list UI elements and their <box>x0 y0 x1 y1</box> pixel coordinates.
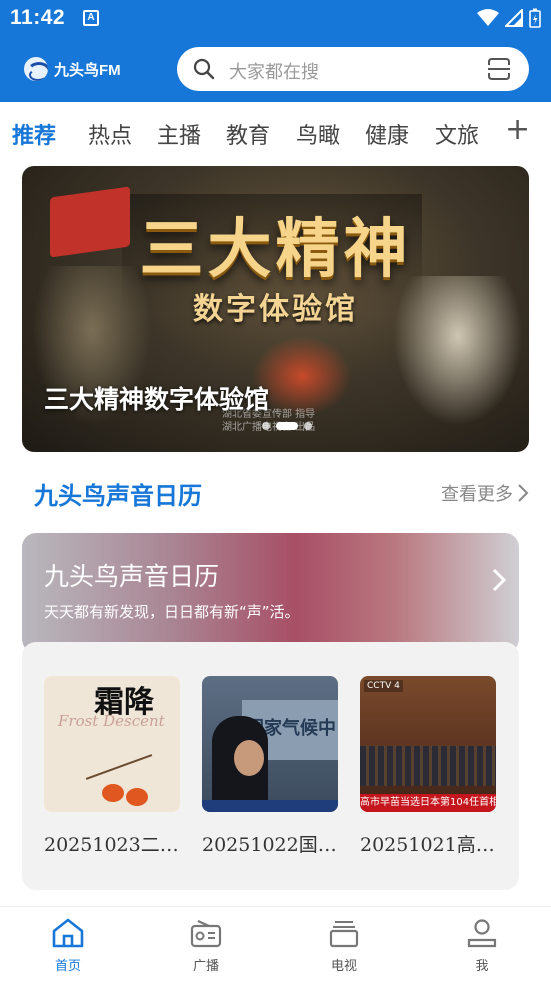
nav-radio-label: 广播 <box>192 959 219 974</box>
nav-radio[interactable]: 广播 <box>166 917 246 974</box>
see-more-label: 查看更多 <box>441 484 513 505</box>
nav-profile-label: 我 <box>475 959 489 974</box>
calendar-item[interactable]: CCTV 4 高市早苗当选日本第104任首相 20251021高… <box>360 676 496 857</box>
calendar-item-caption: 20251022国… <box>202 834 337 856</box>
system-icons <box>477 8 541 28</box>
app-logo[interactable]: 九头鸟FM <box>24 56 121 82</box>
nav-tv-label: 电视 <box>330 959 357 974</box>
banner-headline: 三大精神 <box>139 212 412 287</box>
calendar-card[interactable]: 九头鸟声音日历 天天都有新发现，日日都有新“声”活。 <box>22 533 519 653</box>
tab-recommend[interactable]: 推荐 <box>12 118 56 150</box>
calendar-card-title: 九头鸟声音日历 <box>44 562 220 591</box>
tab-overview[interactable]: 鸟瞰 <box>296 118 340 150</box>
calendar-thumbnail: Frost Descent 霜降 <box>44 676 180 812</box>
tv-channel-logo: CCTV 4 <box>364 680 403 692</box>
profile-icon <box>467 919 497 948</box>
tab-hot[interactable]: 热点 <box>88 118 132 150</box>
chevron-right-icon <box>518 484 529 502</box>
calendar-item-caption: 20251021高… <box>360 834 495 856</box>
thumbnail-news-ticker: 高市早苗当选日本第104任首相 <box>360 794 496 812</box>
add-tab-button[interactable]: + <box>505 112 530 147</box>
status-bar: 11:42 A <box>0 0 551 38</box>
search-bar[interactable]: 大家都在搜 <box>177 47 529 91</box>
thumbnail-person <box>212 716 268 812</box>
calendar-item-caption: 20251023二… <box>44 834 179 856</box>
calendar-thumbnail: CCTV 4 高市早苗当选日本第104任首相 <box>360 676 496 812</box>
section-title: 九头鸟声音日历 <box>34 481 202 510</box>
nav-home-label: 首页 <box>54 959 81 974</box>
see-more-link[interactable]: 查看更多 <box>441 480 529 506</box>
app-logo-text: 九头鸟FM <box>54 61 121 79</box>
thumbnail-face <box>234 740 264 776</box>
thumbnail-assembly-hall <box>360 746 496 786</box>
nav-home[interactable]: 首页 <box>28 917 108 974</box>
banner-carousel[interactable]: 三大精神 数字体验馆 湖北省委宣传部 指导 湖北广播电视台 出品 三大精神数字体… <box>22 166 529 452</box>
persimmon-fruit <box>102 784 124 802</box>
carousel-indicator <box>262 422 312 430</box>
carousel-dot-active[interactable] <box>276 422 298 430</box>
calendar-item[interactable]: Frost Descent 霜降 20251023二… <box>44 676 180 857</box>
category-tabs: 推荐 热点 主播 教育 鸟瞰 健康 文旅 + <box>0 102 551 164</box>
signal-icon <box>505 9 523 27</box>
top-bar: 11:42 A 九头鸟FM 大家都在搜 <box>0 0 551 102</box>
tab-health[interactable]: 健康 <box>365 118 409 150</box>
wifi-icon <box>477 9 499 26</box>
search-placeholder: 大家都在搜 <box>229 62 319 83</box>
tab-culture-travel[interactable]: 文旅 <box>435 118 479 150</box>
nav-profile[interactable]: 我 <box>442 917 522 974</box>
carousel-dot[interactable] <box>304 422 312 430</box>
carousel-dot[interactable] <box>262 422 270 430</box>
calendar-thumbnail: 国家气候中心 <box>202 676 338 812</box>
calendar-items-panel: Frost Descent 霜降 20251023二… 国家气候中心 20251… <box>22 642 519 890</box>
thumbnail-calligraphy: 霜降 <box>94 685 154 720</box>
chevron-right-icon[interactable] <box>491 567 507 593</box>
radio-icon <box>190 919 222 948</box>
tv-icon <box>329 921 359 948</box>
scan-icon[interactable] <box>487 57 511 81</box>
notification-icon: A <box>83 10 99 26</box>
calendar-item[interactable]: 国家气候中心 20251022国… <box>202 676 338 857</box>
home-icon <box>52 918 84 948</box>
thumbnail-lower-third <box>202 800 338 812</box>
persimmon-fruit <box>126 788 148 806</box>
tab-anchor[interactable]: 主播 <box>157 118 201 150</box>
battery-icon <box>529 8 541 28</box>
calendar-card-subtitle: 天天都有新发现，日日都有新“声”活。 <box>44 603 300 621</box>
bottom-navigation: 首页 广播 电视 我 <box>0 906 551 981</box>
bird-logo-icon <box>24 57 48 81</box>
nav-tv[interactable]: 电视 <box>304 917 384 974</box>
tab-education[interactable]: 教育 <box>226 118 270 150</box>
search-icon <box>193 58 215 80</box>
status-time: 11:42 <box>10 6 66 29</box>
banner-subhead: 数字体验馆 <box>193 292 358 327</box>
persimmon-branch <box>85 754 153 780</box>
banner-caption: 三大精神数字体验馆 <box>44 385 270 414</box>
